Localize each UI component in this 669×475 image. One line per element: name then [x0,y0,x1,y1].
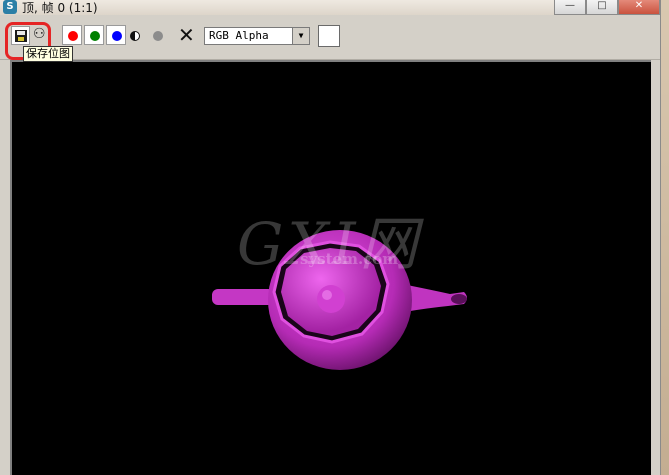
green-channel-button[interactable] [84,25,104,45]
blue-channel-icon [112,31,122,41]
tooltip: 保存位图 [23,46,73,62]
minimize-button[interactable]: — [554,0,586,15]
red-channel-button[interactable] [62,25,82,45]
watermark-domain: system.com [300,250,399,268]
red-channel-icon [68,31,78,41]
frame-toolbar: ⚇ ✕ RGB Alpha ▼ [0,15,660,60]
clear-icon[interactable]: ✕ [178,25,195,45]
alpha-channel-icon[interactable] [153,31,163,41]
render-viewport: GXI网 system.com [10,60,651,475]
title-bar[interactable]: S 顶, 帧 0 (1:1) — □ ✕ [0,0,660,15]
desktop-background-right [660,0,669,475]
blue-channel-button[interactable] [106,25,126,45]
teapot-knob [317,285,345,313]
chevron-down-icon[interactable]: ▼ [292,28,309,44]
teapot-spout-tip [451,294,467,304]
channel-select[interactable]: RGB Alpha ▼ [204,27,310,45]
window-controls: — □ ✕ [554,0,660,15]
watermark-logo: GXI网 [237,210,422,278]
close-button[interactable]: ✕ [618,0,660,15]
teapot-handle [212,289,274,305]
color-swatch[interactable] [318,25,340,47]
window-title: 顶, 帧 0 (1:1) [22,1,98,15]
maximize-button[interactable]: □ [586,0,618,15]
green-channel-icon [90,31,100,41]
monochrome-icon[interactable] [130,31,140,41]
channel-select-value: RGB Alpha [209,29,269,42]
render-frame-window: S 顶, 帧 0 (1:1) — □ ✕ ⚇ ✕ RGB Alpha ▼ 保存位… [0,0,661,475]
app-icon: S [3,0,17,14]
teapot-knob-highlight [322,290,332,300]
